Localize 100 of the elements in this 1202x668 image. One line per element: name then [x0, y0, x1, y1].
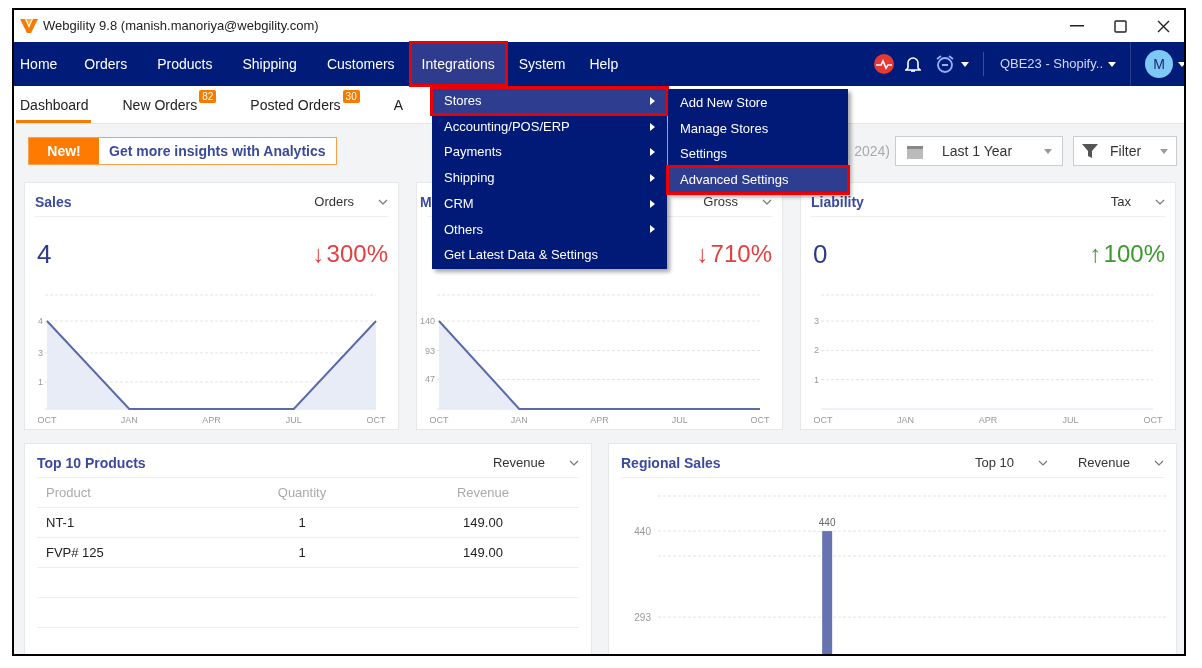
menu-item[interactable]: Manage Stores	[668, 115, 848, 142]
axis-label: OCT	[366, 415, 386, 425]
card-title: Regional Sales	[621, 453, 721, 473]
chevron-down-icon[interactable]	[762, 199, 772, 205]
axis-label: 440	[634, 526, 651, 538]
nav-item[interactable]: Home	[20, 42, 70, 86]
table-cell-text: 1	[297, 543, 307, 562]
table-cell-text: 149.00	[462, 543, 504, 562]
metric-dropdown[interactable]: Top 10	[974, 453, 1048, 473]
menu-item[interactable]: Stores	[432, 88, 667, 114]
axis-label: 93	[425, 345, 435, 356]
trend-arrow: ↑	[1089, 239, 1102, 269]
alarm-clock-icon[interactable]	[934, 54, 955, 74]
axis-label: 1	[38, 376, 43, 387]
axis-label: OCT	[429, 415, 449, 425]
analytics-link[interactable]: Get more insights with Analytics	[99, 138, 336, 164]
pulse-icon[interactable]	[872, 53, 895, 75]
chevron-down-icon[interactable]	[1037, 460, 1048, 466]
axis-label: OCT	[750, 415, 770, 425]
metric-dropdown[interactable]: Revenue	[1077, 453, 1164, 473]
caret-icon[interactable]	[1178, 61, 1184, 67]
tab[interactable]: A	[391, 91, 406, 123]
metric-dropdown[interactable]: Orders	[314, 192, 388, 212]
axis-label: JUL	[1062, 415, 1079, 425]
tab[interactable]: New Orders 82	[120, 91, 219, 123]
nav-item[interactable]: Customers	[311, 42, 410, 86]
data-label: 440	[818, 517, 836, 529]
close-icon[interactable]	[1157, 19, 1170, 33]
card-title: Top 10 Products	[37, 453, 146, 473]
nav-item[interactable]: Orders	[69, 42, 143, 86]
kpi-value: 0	[813, 237, 828, 271]
menu-item[interactable]: Settings	[668, 141, 848, 168]
axis-label: OCT	[37, 415, 57, 425]
caret-icon[interactable]	[1108, 61, 1116, 67]
axis-label: 293	[634, 612, 651, 624]
trend-arrow: ↓	[696, 239, 709, 269]
axis-label: JAN	[510, 415, 528, 425]
nav-item[interactable]: Shipping	[227, 42, 312, 86]
axis-label: JAN	[120, 415, 138, 425]
tab[interactable]: Posted Orders 30	[248, 91, 362, 123]
menu-item[interactable]: Others	[432, 216, 667, 243]
axis-label: 4	[38, 316, 43, 326]
table-cell-text: NT-1	[45, 513, 76, 532]
metric-dropdown[interactable]: Revenue	[492, 453, 579, 473]
menu-item[interactable]: Shipping	[432, 165, 667, 191]
card-title: Liability	[811, 192, 864, 212]
axis-label: 3	[38, 347, 43, 358]
axis-label: 140	[419, 316, 435, 326]
date-range-text: 2024)	[854, 141, 890, 161]
menu-item[interactable]: Get Latest Data & Settings	[432, 242, 667, 268]
filter-button[interactable]: Filter	[1073, 136, 1177, 166]
change-percent: 100%	[1103, 239, 1165, 269]
change-percent: 710%	[710, 239, 772, 269]
avatar[interactable]: M	[1145, 50, 1173, 78]
axis-label: 3	[814, 316, 819, 326]
card-title: Sales	[35, 192, 72, 212]
chevron-down-icon[interactable]	[1154, 460, 1164, 466]
axis-label: OCT	[813, 415, 833, 425]
count-badge: 30	[342, 90, 360, 103]
table-cell-text: 149.00	[462, 513, 504, 532]
chevron-down-icon[interactable]	[1155, 199, 1165, 205]
store-dropdown[interactable]: QBE23 - Shopify..	[999, 54, 1116, 74]
chevron-down-icon[interactable]	[569, 460, 579, 466]
metric-dropdown[interactable]: Tax	[1110, 192, 1165, 212]
table-cell-text: FVP# 125	[45, 543, 105, 562]
axis-label: 1	[814, 374, 819, 385]
nav-item[interactable]: Products	[142, 42, 228, 86]
chevron-down-icon[interactable]	[378, 199, 388, 205]
minimize-icon[interactable]	[1070, 25, 1084, 27]
nav-item[interactable]: Help	[577, 42, 631, 86]
axis-label: APR	[590, 415, 609, 425]
nav-item[interactable]: Integrations	[409, 42, 507, 86]
column-header: Product	[45, 483, 92, 502]
axis-label: 47	[425, 374, 435, 385]
new-tag: New!	[29, 138, 99, 164]
axis-label: APR	[202, 415, 221, 425]
card-title: M	[420, 192, 432, 212]
axis-label: OCT	[1143, 415, 1163, 425]
menu-item[interactable]: Payments	[432, 139, 667, 166]
change-percent: 300%	[326, 239, 388, 269]
menu-item[interactable]: Accounting/POS/ERP	[432, 113, 667, 140]
caret-icon[interactable]	[960, 61, 969, 67]
period-dropdown[interactable]: Last 1 Year	[895, 136, 1063, 166]
menu-item[interactable]: Add New Store	[668, 90, 848, 116]
table-cell-text: 1	[297, 513, 307, 532]
column-header: Revenue	[455, 483, 510, 502]
maximize-icon[interactable]	[1114, 19, 1127, 33]
axis-label: JUL	[671, 415, 688, 425]
axis-label: 2	[814, 345, 819, 356]
nav-item[interactable]: System	[506, 42, 578, 86]
window-title: Webgility 9.8 (manish.manoriya@webgility.com)	[43, 17, 319, 36]
kpi-value: 4	[37, 237, 52, 271]
bell-icon[interactable]	[904, 55, 921, 73]
filter-icon	[1082, 143, 1098, 159]
axis-label: APR	[978, 415, 998, 425]
trend-arrow: ↓	[312, 239, 325, 269]
logo-icon	[20, 19, 38, 33]
menu-item[interactable]: Advanced Settings	[668, 167, 848, 193]
menu-item[interactable]: CRM	[432, 190, 667, 217]
count-badge: 82	[199, 90, 217, 103]
